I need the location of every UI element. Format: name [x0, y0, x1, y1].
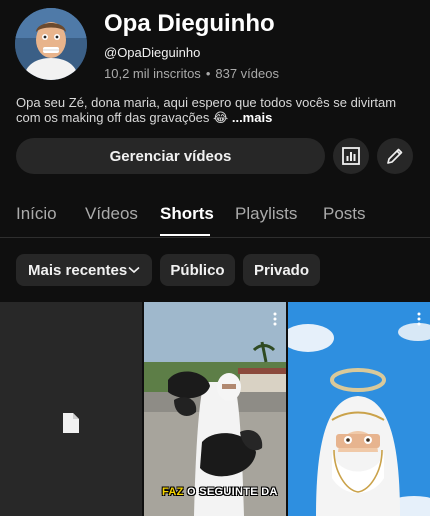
chevron-down-icon — [128, 266, 140, 274]
more-link[interactable]: ...mais — [232, 110, 272, 125]
caption-rest: O SEGUINTE DA — [187, 486, 278, 498]
channel-stats: 10,2 mil inscritos • 837 vídeos — [104, 66, 279, 81]
pencil-icon — [387, 148, 403, 164]
channel-description[interactable]: Opa seu Zé, dona maria, aqui espero que … — [16, 95, 416, 125]
sort-label: Mais recentes — [28, 261, 128, 279]
manage-videos-button[interactable]: Gerenciar vídeos — [16, 138, 325, 174]
tab-playlists[interactable]: Playlists — [235, 204, 297, 224]
short-thumbnail — [144, 302, 286, 516]
sort-dropdown[interactable]: Mais recentes — [16, 254, 152, 286]
short-item[interactable] — [0, 302, 142, 516]
shorts-grid: FAZ O SEGUINTE DA — [0, 302, 430, 516]
tab-shorts[interactable]: Shorts — [160, 204, 214, 224]
video-count: 837 vídeos — [215, 66, 279, 81]
short-item[interactable]: FAZ O SEGUINTE DA — [144, 302, 286, 516]
tab-videos[interactable]: Vídeos — [85, 204, 138, 224]
subscriber-count: 10,2 mil inscritos — [104, 66, 201, 81]
short-item[interactable] — [288, 302, 430, 516]
filter-public-chip[interactable]: Público — [160, 254, 235, 286]
analytics-button[interactable] — [333, 138, 369, 174]
stats-separator: • — [205, 66, 211, 81]
more-options-icon[interactable] — [273, 312, 277, 326]
short-thumbnail — [288, 302, 430, 516]
channel-handle: @OpaDieguinho — [104, 45, 201, 60]
filter-private-chip[interactable]: Privado — [243, 254, 320, 286]
analytics-icon — [342, 147, 360, 165]
file-icon — [63, 413, 79, 433]
description-text: Opa seu Zé, dona maria, aqui espero que … — [16, 95, 397, 125]
channel-name: Opa Dieguinho — [104, 10, 275, 37]
short-caption: FAZ O SEGUINTE DA — [162, 486, 278, 498]
tab-posts[interactable]: Posts — [323, 204, 366, 224]
channel-tabs: Início Vídeos Shorts Playlists Posts — [0, 194, 430, 238]
avatar-image — [15, 8, 87, 80]
channel-avatar[interactable] — [15, 8, 87, 80]
active-tab-indicator — [160, 234, 210, 236]
more-options-icon[interactable] — [417, 312, 421, 326]
caption-highlight: FAZ — [162, 486, 184, 498]
edit-channel-button[interactable] — [377, 138, 413, 174]
channel-header: Opa Dieguinho @OpaDieguinho 10,2 mil ins… — [0, 0, 430, 136]
tab-inicio[interactable]: Início — [16, 204, 57, 224]
